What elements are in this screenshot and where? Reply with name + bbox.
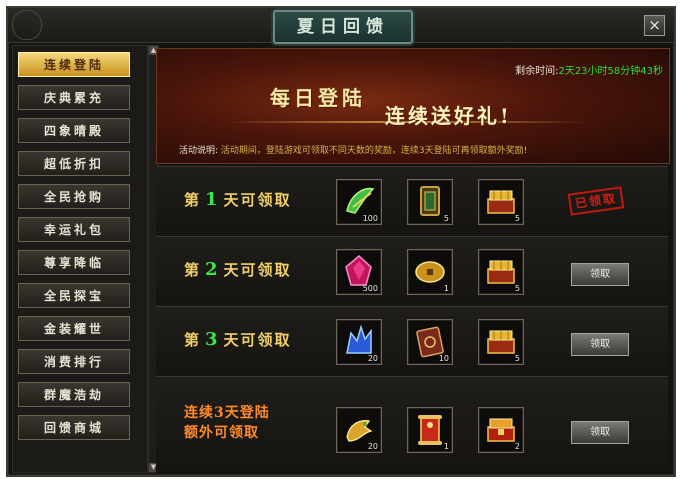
banner-title-daily-login: 每日登陆 [270, 86, 366, 110]
claim-button-bonus[interactable]: 领取 [571, 421, 629, 444]
reward-row-bonus: 连续3天登陆 额外可领取 20 1 2 领取 [156, 376, 668, 473]
title-bar: 夏日回馈 × [8, 8, 674, 44]
sidebar-item-super-discount[interactable]: 超低折扣 [18, 151, 130, 176]
sidebar-item-four-symbols[interactable]: 四象晴殿 [18, 118, 130, 143]
gold-coin-icon [415, 261, 445, 283]
sidebar-item-golden-gear[interactable]: 金装耀世 [18, 316, 130, 341]
sidebar-item-celebration-recharge[interactable]: 庆典累充 [18, 85, 130, 110]
reward-item-jade-wing[interactable]: 100 [336, 179, 382, 225]
sidebar-item-lucky-pack[interactable]: 幸运礼包 [18, 217, 130, 242]
description-text: 活动期间，登陆游戏可领取不同天数的奖励，连续3天登陆可再领取额外奖励! [220, 146, 528, 156]
sidebar-item-vip-arrival[interactable]: 尊享降临 [18, 250, 130, 275]
reward-row-day-2: 第 2 天可领取 500 1 5 领取 [156, 236, 668, 305]
reward-item-rune-book[interactable]: 10 [407, 319, 453, 365]
bonus-label: 连续3天登陆 额外可领取 [184, 405, 270, 441]
reward-item-blue-crystal[interactable]: 20 [336, 319, 382, 365]
red-chest-icon [487, 418, 515, 442]
day-label: 第 3 天可领取 [184, 329, 292, 350]
claim-button-day-2[interactable]: 领取 [571, 263, 629, 286]
countdown: 剩余时间:2天23小时58分钟43秒 [515, 62, 663, 77]
claimed-stamp: 已领取 [567, 186, 625, 216]
event-banner: 剩余时间:2天23小时58分钟43秒 每日登陆 连续送好礼! 活动说明: 活动期… [156, 48, 670, 164]
countdown-label: 剩余时间: [515, 66, 559, 77]
event-description: 活动说明: 活动期间，登陆游戏可领取不同天数的奖励，连续3天登陆可再领取额外奖励… [179, 143, 527, 156]
sidebar-item-spending-rank[interactable]: 消费排行 [18, 349, 130, 374]
reward-item-red-chest[interactable]: 2 [478, 407, 524, 453]
description-label: 活动说明: [179, 146, 219, 156]
gold-chest-icon [487, 190, 515, 214]
sidebar: 连续登陆 庆典累充 四象晴殿 超低折扣 全民抢购 幸运礼包 尊享降临 全民探宝 … [12, 45, 148, 473]
bronze-token-icon [420, 186, 440, 216]
reward-item-gold-dragon[interactable]: 20 [336, 407, 382, 453]
reward-item-gold-chest[interactable]: 5 [478, 249, 524, 295]
day-label: 第 2 天可领取 [184, 259, 292, 280]
sidebar-item-flash-sale[interactable]: 全民抢购 [18, 184, 130, 209]
reward-item-bronze-token[interactable]: 5 [407, 179, 453, 225]
reward-row-day-1: 第 1 天可领取 100 5 5 已领取 [156, 166, 668, 235]
sidebar-item-reward-shop[interactable]: 回馈商城 [18, 415, 130, 440]
reward-item-red-scroll[interactable]: 1 [407, 407, 453, 453]
corner-ornament-icon [12, 10, 42, 40]
window-title: 夏日回馈 [273, 10, 413, 44]
banner-title-gifts: 连续送好礼! [385, 104, 512, 128]
countdown-value: 2天23小时58分钟43秒 [558, 66, 663, 77]
sidebar-item-treasure-hunt[interactable]: 全民探宝 [18, 283, 130, 308]
close-button[interactable]: × [644, 15, 665, 36]
sidebar-item-continuous-login[interactable]: 连续登陆 [18, 52, 130, 77]
reward-item-gold-chest[interactable]: 5 [478, 179, 524, 225]
reward-item-gold-chest[interactable]: 5 [478, 319, 524, 365]
sidebar-item-demon-catastrophe[interactable]: 群魔浩劫 [18, 382, 130, 407]
reward-item-red-crystal[interactable]: 500 [336, 249, 382, 295]
red-scroll-icon [418, 415, 442, 445]
claim-button-day-3[interactable]: 领取 [571, 333, 629, 356]
gold-chest-icon [487, 330, 515, 354]
gold-chest-icon [487, 260, 515, 284]
event-window: 夏日回馈 × 连续登陆 庆典累充 四象晴殿 超低折扣 全民抢购 幸运礼包 尊享降… [6, 6, 676, 477]
reward-item-gold-coin[interactable]: 1 [407, 249, 453, 295]
reward-row-day-3: 第 3 天可领取 20 10 5 领取 [156, 306, 668, 375]
day-label: 第 1 天可领取 [184, 189, 292, 210]
